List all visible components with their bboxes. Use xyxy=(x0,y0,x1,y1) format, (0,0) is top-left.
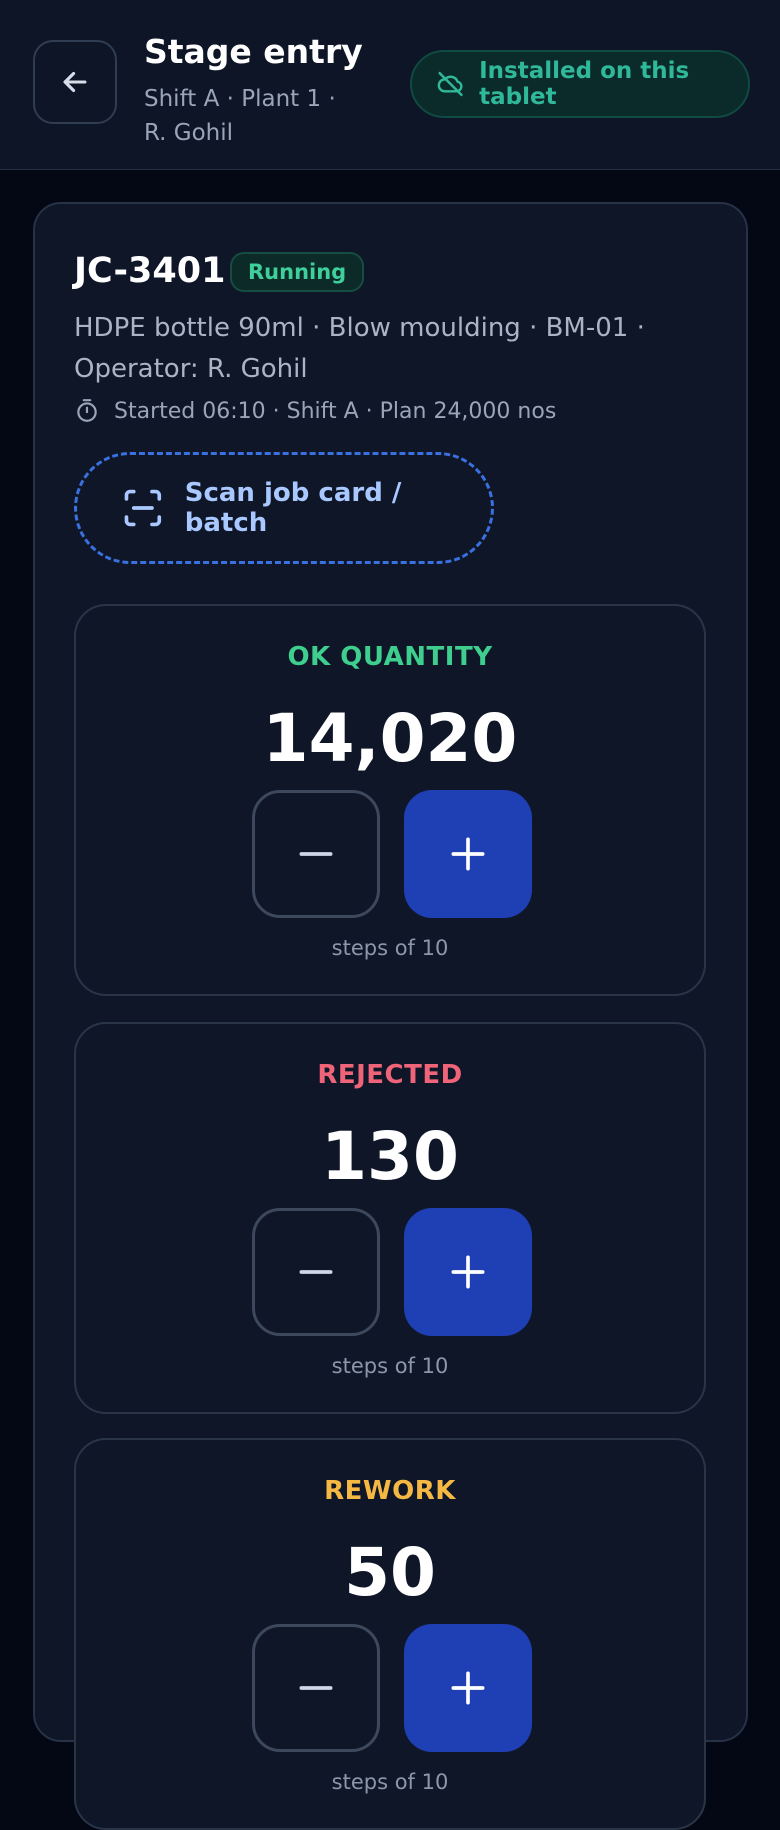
page-subtitle: Shift A · Plant 1 · R. Gohil xyxy=(144,86,336,146)
counter-value: 50 xyxy=(344,1534,436,1611)
increment-button[interactable] xyxy=(404,790,532,918)
increment-button[interactable] xyxy=(404,1624,532,1752)
timer-icon xyxy=(77,399,97,422)
rework-counter: REWORK 50 steps of 10 xyxy=(74,1438,706,1830)
counter-value: 14,020 xyxy=(262,700,518,777)
arrow-left-icon xyxy=(63,71,87,93)
plus-icon xyxy=(451,1671,485,1705)
app-header: Stage entry Shift A · Plant 1 · R. Gohil… xyxy=(0,0,780,170)
counter-step-hint: steps of 10 xyxy=(331,1354,449,1378)
decrement-button[interactable] xyxy=(252,790,380,918)
scan-button-label: Scan job card / batch xyxy=(184,478,402,538)
job-description: HDPE bottle 90ml · Blow moulding · BM-01… xyxy=(74,313,645,384)
scan-job-card-button[interactable]: Scan job card / batch xyxy=(74,452,494,564)
scan-icon xyxy=(124,489,162,527)
counter-step-hint: steps of 10 xyxy=(331,936,449,960)
job-id: JC-3401 xyxy=(74,251,226,291)
ok-quantity-counter: OK QUANTITY 14,020 steps of 10 xyxy=(74,604,706,996)
job-meta: Started 06:10 · Shift A · Plan 24,000 no… xyxy=(74,398,556,424)
counter-step-hint: steps of 10 xyxy=(331,1770,449,1794)
status-badge: Running xyxy=(230,252,365,292)
page-title: Stage entry xyxy=(144,32,363,71)
minus-icon xyxy=(299,1270,333,1274)
plus-icon xyxy=(451,1255,485,1289)
install-status-pill[interactable]: Installed on this tablet xyxy=(410,50,750,118)
install-status-label: Installed on this tablet xyxy=(479,58,690,110)
decrement-button[interactable] xyxy=(252,1208,380,1336)
cloud-off-icon xyxy=(437,71,463,97)
counter-label: OK QUANTITY xyxy=(287,642,493,672)
decrement-button[interactable] xyxy=(252,1624,380,1752)
increment-button[interactable] xyxy=(404,1208,532,1336)
job-meta-text: Started 06:10 · Shift A · Plan 24,000 no… xyxy=(114,398,557,424)
plus-icon xyxy=(451,837,485,871)
counter-label: REJECTED xyxy=(317,1060,463,1090)
rejected-counter: REJECTED 130 steps of 10 xyxy=(74,1022,706,1414)
back-button[interactable] xyxy=(33,40,117,124)
counter-value: 130 xyxy=(321,1118,459,1195)
minus-icon xyxy=(299,1686,333,1690)
minus-icon xyxy=(299,852,333,856)
counter-label: REWORK xyxy=(324,1476,456,1506)
